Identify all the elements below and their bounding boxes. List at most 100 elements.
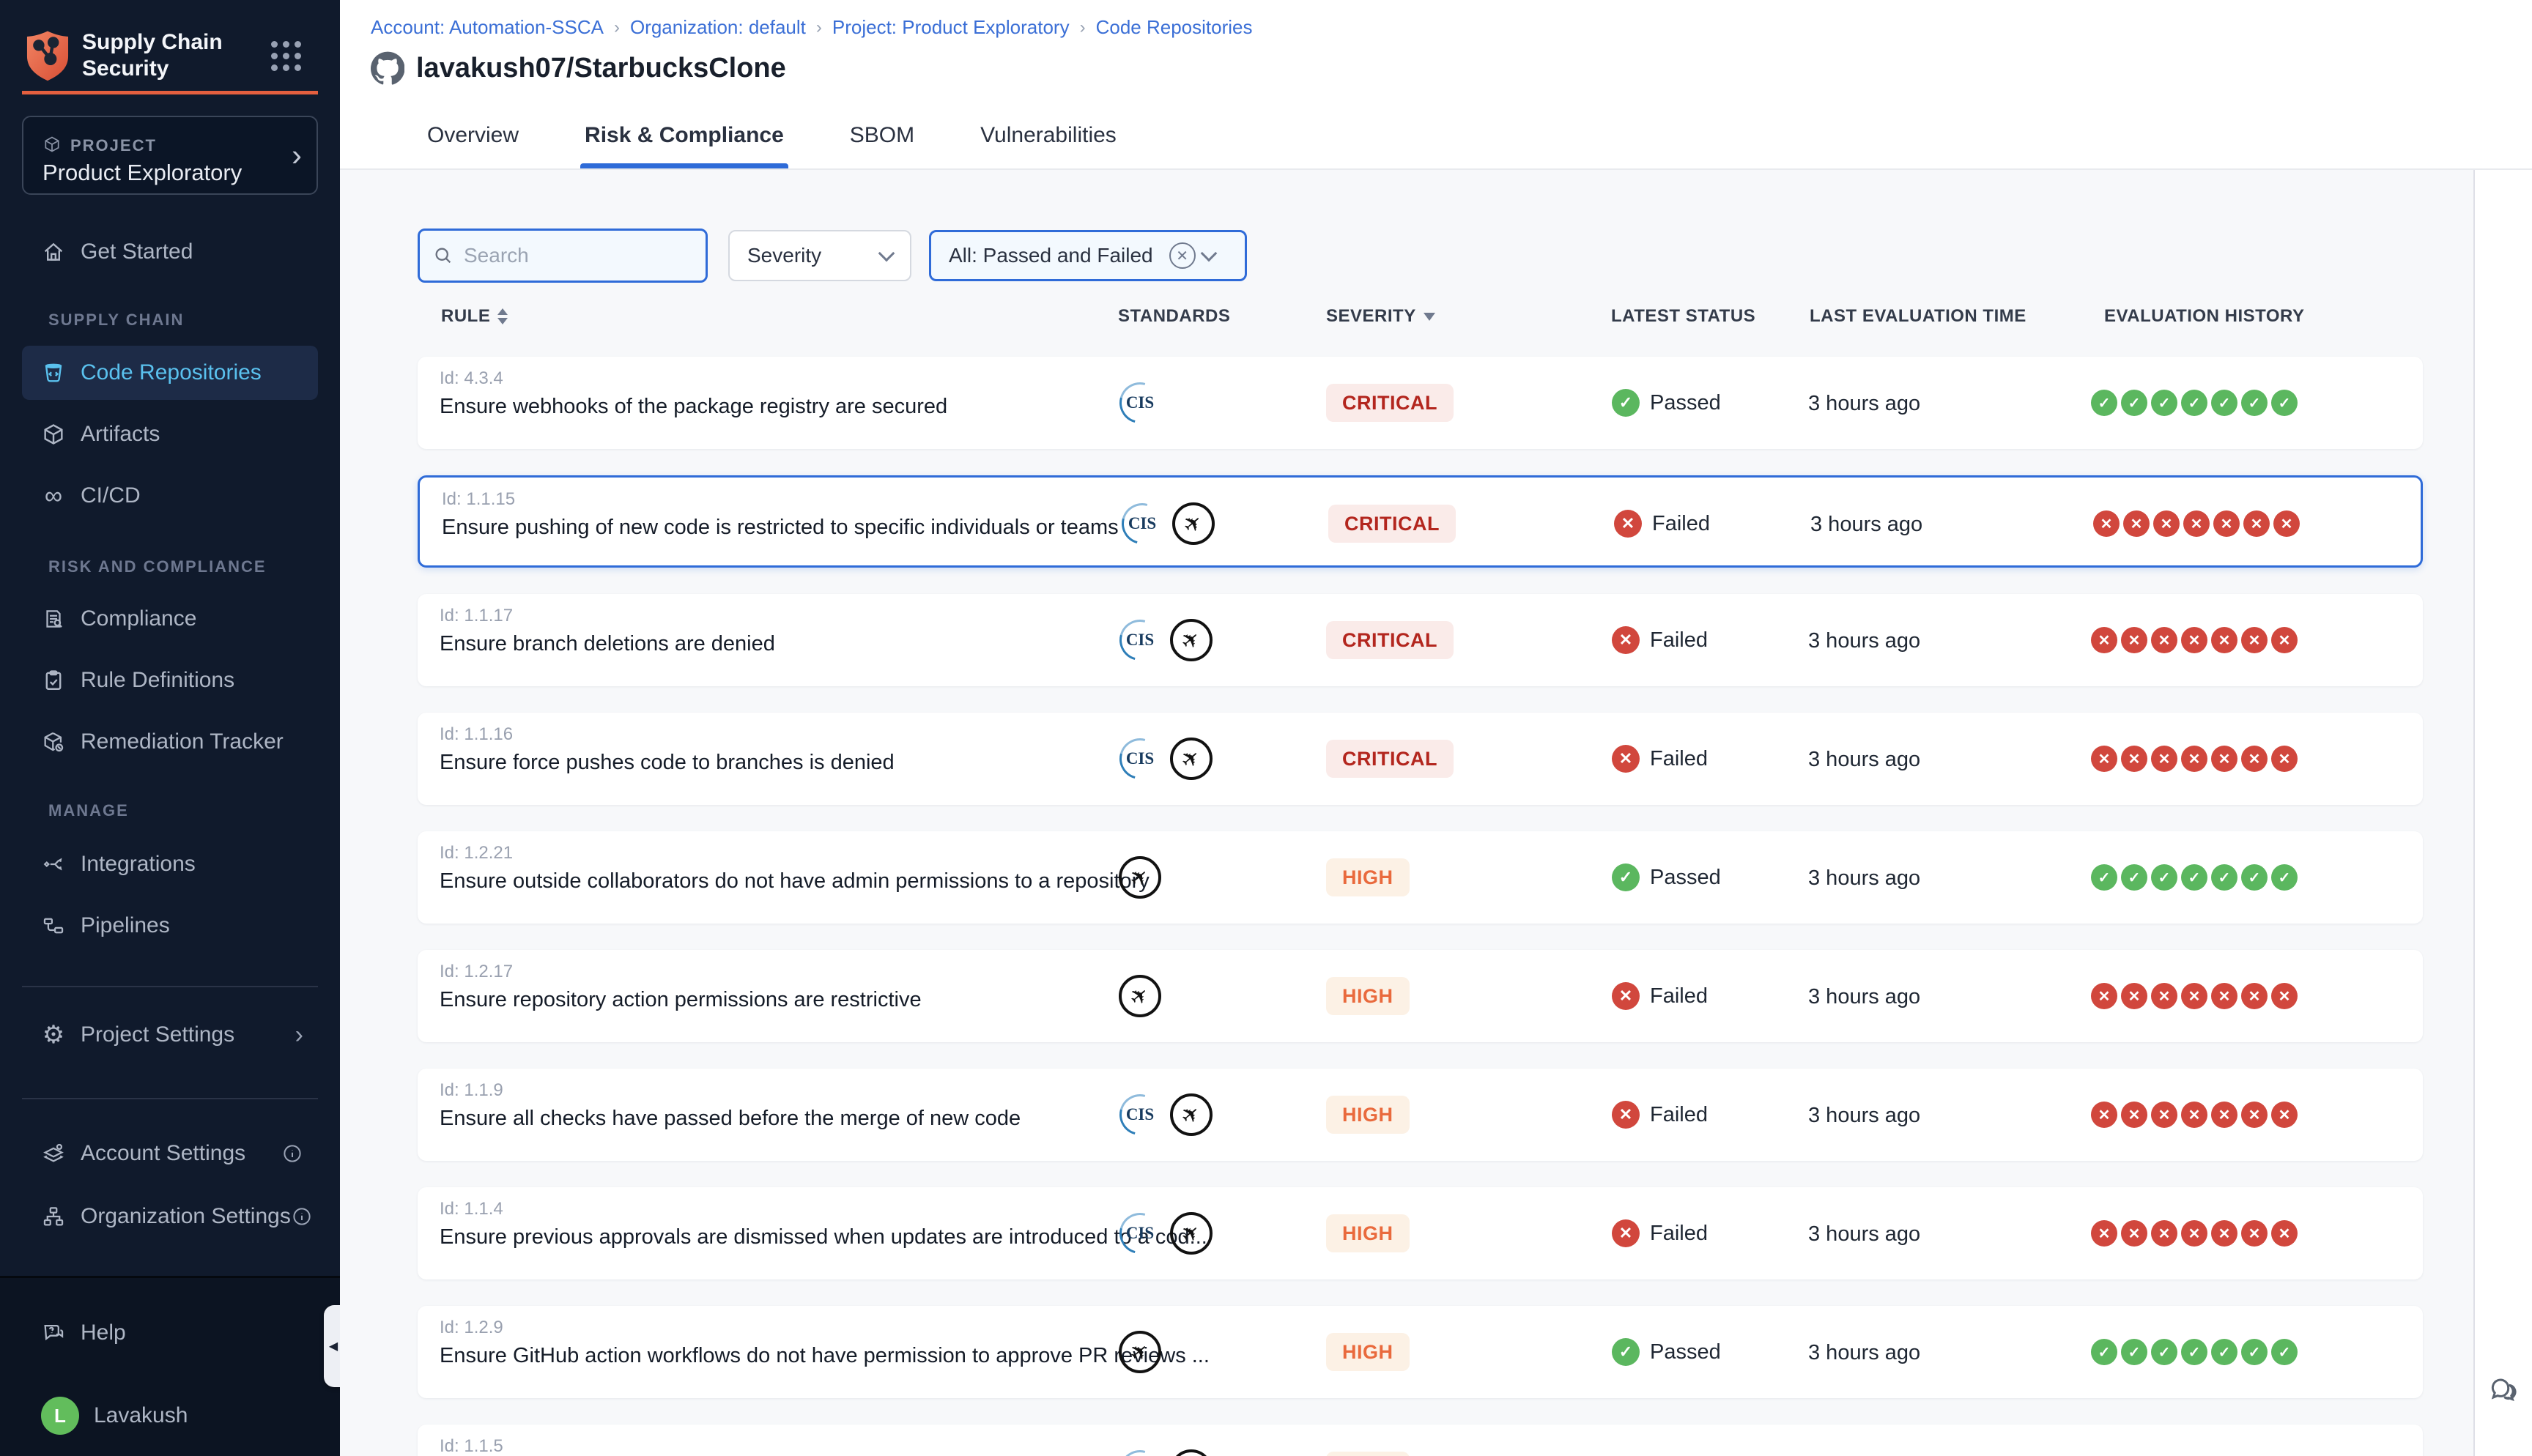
severity-filter-label: Severity: [747, 244, 821, 267]
rule-text: Ensure outside collaborators do not have…: [440, 869, 1150, 894]
breadcrumb-project[interactable]: Project: Product Exploratory: [832, 16, 1070, 39]
rule-row[interactable]: Id: 1.1.9Ensure all checks have passed b…: [418, 1069, 2423, 1161]
severity-badge: HIGH: [1326, 1096, 1410, 1134]
sidebar-item-code-repositories[interactable]: Code Repositories: [22, 346, 318, 400]
sidebar-item-artifacts[interactable]: Artifacts: [22, 407, 318, 461]
severity-badge: HIGH: [1326, 977, 1410, 1015]
section-label-manage: MANAGE: [48, 801, 129, 820]
tab-vulnerabilities[interactable]: Vulnerabilities: [976, 123, 1121, 168]
paper-plane-icon: [1130, 865, 1149, 891]
history-failed-icon: [2151, 627, 2177, 653]
breadcrumb-account[interactable]: Account: Automation-SSCA: [371, 16, 604, 39]
breadcrumb-separator: ›: [816, 18, 822, 38]
evaluation-time: 3 hours ago: [1810, 513, 1922, 537]
sidebar-item-get-started[interactable]: Get Started: [22, 225, 318, 279]
layers-gear-icon: [41, 1141, 66, 1166]
history-passed-icon: [2151, 390, 2177, 416]
rule-row[interactable]: Id: 1.1.5CISHIGHFailed3 hours ago: [418, 1425, 2423, 1456]
breadcrumb-code-repositories[interactable]: Code Repositories: [1096, 16, 1253, 39]
severity-filter[interactable]: Severity: [728, 230, 911, 281]
info-icon[interactable]: [291, 1206, 313, 1227]
history-passed-icon: [2181, 864, 2207, 891]
rule-row[interactable]: Id: 4.3.4Ensure webhooks of the package …: [418, 357, 2423, 449]
sidebar-item-pipelines[interactable]: Pipelines: [22, 899, 318, 953]
rule-row[interactable]: Id: 1.1.15Ensure pushing of new code is …: [418, 475, 2423, 568]
sidebar-item-cicd[interactable]: ∞ CI/CD: [22, 469, 318, 523]
sidebar-item-rule-definitions[interactable]: Rule Definitions: [22, 653, 318, 707]
paper-plane-icon: [1182, 1221, 1200, 1247]
evaluation-time: 3 hours ago: [1808, 1222, 1920, 1247]
status-cell: Failed: [1614, 510, 1710, 538]
breadcrumb: Account: Automation-SSCA › Organization:…: [371, 16, 1252, 39]
status-filter-label: All: Passed and Failed: [949, 244, 1153, 267]
history-passed-icon: [2151, 864, 2177, 891]
remediation-box-icon: [41, 729, 66, 754]
history-failed-icon: [2211, 627, 2237, 653]
sidebar-item-project-settings[interactable]: ⚙ Project Settings ›: [22, 1008, 318, 1062]
rule-row[interactable]: Id: 1.1.16Ensure force pushes code to br…: [418, 713, 2423, 805]
rule-id: Id: 1.1.15: [442, 489, 515, 510]
project-selector[interactable]: PROJECT Product Exploratory ›: [22, 116, 318, 195]
tab-overview[interactable]: Overview: [423, 123, 523, 168]
history-failed-icon: [2271, 746, 2298, 772]
search-input[interactable]: [464, 244, 684, 267]
cis-label: CIS: [1126, 393, 1154, 412]
rule-text: Ensure branch deletions are denied: [440, 632, 775, 656]
tab-bar: Overview Risk & Compliance SBOM Vulnerab…: [423, 123, 1121, 168]
rule-id: Id: 1.1.16: [440, 724, 513, 745]
status-filter[interactable]: All: Passed and Failed ✕: [929, 230, 1247, 281]
section-label-supply-chain: SUPPLY CHAIN: [48, 311, 184, 330]
info-icon[interactable]: [281, 1143, 303, 1165]
rule-row[interactable]: Id: 1.2.21Ensure outside collaborators d…: [418, 831, 2423, 924]
breadcrumb-separator: ›: [1080, 18, 1086, 38]
sidebar-item-organization-settings[interactable]: Organization Settings: [22, 1189, 318, 1244]
column-standards: STANDARDS: [1118, 306, 1230, 327]
history-failed-icon: [2271, 1102, 2298, 1128]
cis-label: CIS: [1128, 514, 1156, 533]
status-label: Failed: [1650, 747, 1708, 771]
tab-risk-compliance[interactable]: Risk & Compliance: [580, 123, 788, 168]
sidebar-item-remediation-tracker[interactable]: Remediation Tracker: [22, 715, 318, 769]
history-failed-icon: [2153, 510, 2180, 537]
sidebar-item-account-settings[interactable]: Account Settings: [22, 1126, 318, 1181]
sidebar: Supply Chain Security PROJECT Product Ex…: [0, 0, 340, 1456]
cis-standard-icon: CIS: [1119, 382, 1161, 424]
user-menu[interactable]: L Lavakush: [22, 1389, 318, 1443]
status-cell: Passed: [1612, 1338, 1721, 1366]
section-label-risk-compliance: RISK AND COMPLIANCE: [48, 557, 267, 576]
app-switcher-icon[interactable]: [271, 41, 302, 72]
status-label: Failed: [1650, 1103, 1708, 1127]
history-failed-icon: [2271, 627, 2298, 653]
rule-text: Ensure all checks have passed before the…: [440, 1107, 1021, 1131]
rule-row[interactable]: Id: 1.2.9Ensure GitHub action workflows …: [418, 1306, 2423, 1398]
paper-plane-icon: [1130, 984, 1149, 1009]
support-chat-icon[interactable]: [2487, 1374, 2522, 1409]
history-failed-icon: [2181, 627, 2207, 653]
rule-row[interactable]: Id: 1.1.17 Ensure branch deletions are de…: [418, 594, 2423, 686]
clear-filter-icon[interactable]: ✕: [1169, 242, 1196, 269]
status-cell: Passed: [1612, 863, 1721, 891]
severity-badge: HIGH: [1326, 1452, 1410, 1456]
breadcrumb-organization[interactable]: Organization: default: [630, 16, 806, 39]
tab-sbom[interactable]: SBOM: [845, 123, 919, 168]
rule-row[interactable]: Id: 1.2.17Ensure repository action permi…: [418, 950, 2423, 1042]
project-label: PROJECT: [70, 136, 157, 155]
history-failed-icon: [2121, 1220, 2147, 1247]
rule-row[interactable]: Id: 1.1.4Ensure previous approvals are d…: [418, 1187, 2423, 1279]
standards-cell: CIS: [1119, 1212, 1213, 1255]
rule-id: Id: 1.1.17: [440, 606, 513, 626]
sort-desc-icon[interactable]: [1424, 313, 1435, 321]
pipelines-icon: [41, 913, 66, 938]
sidebar-item-integrations[interactable]: Integrations: [22, 837, 318, 891]
sort-icon[interactable]: [497, 308, 508, 324]
sidebar-item-help[interactable]: Help: [22, 1306, 318, 1360]
history-cell: [2091, 390, 2298, 416]
scorecard-standard-icon: [1172, 502, 1215, 545]
sidebar-item-label: Organization Settings: [81, 1204, 291, 1229]
history-failed-icon: [2241, 627, 2268, 653]
history-passed-icon: [2241, 864, 2268, 891]
sidebar-item-compliance[interactable]: Compliance: [22, 592, 318, 646]
history-failed-icon: [2091, 1220, 2117, 1247]
app-title: Supply Chain Security: [82, 29, 223, 82]
page-header: Account: Automation-SSCA › Organization:…: [340, 0, 2532, 170]
